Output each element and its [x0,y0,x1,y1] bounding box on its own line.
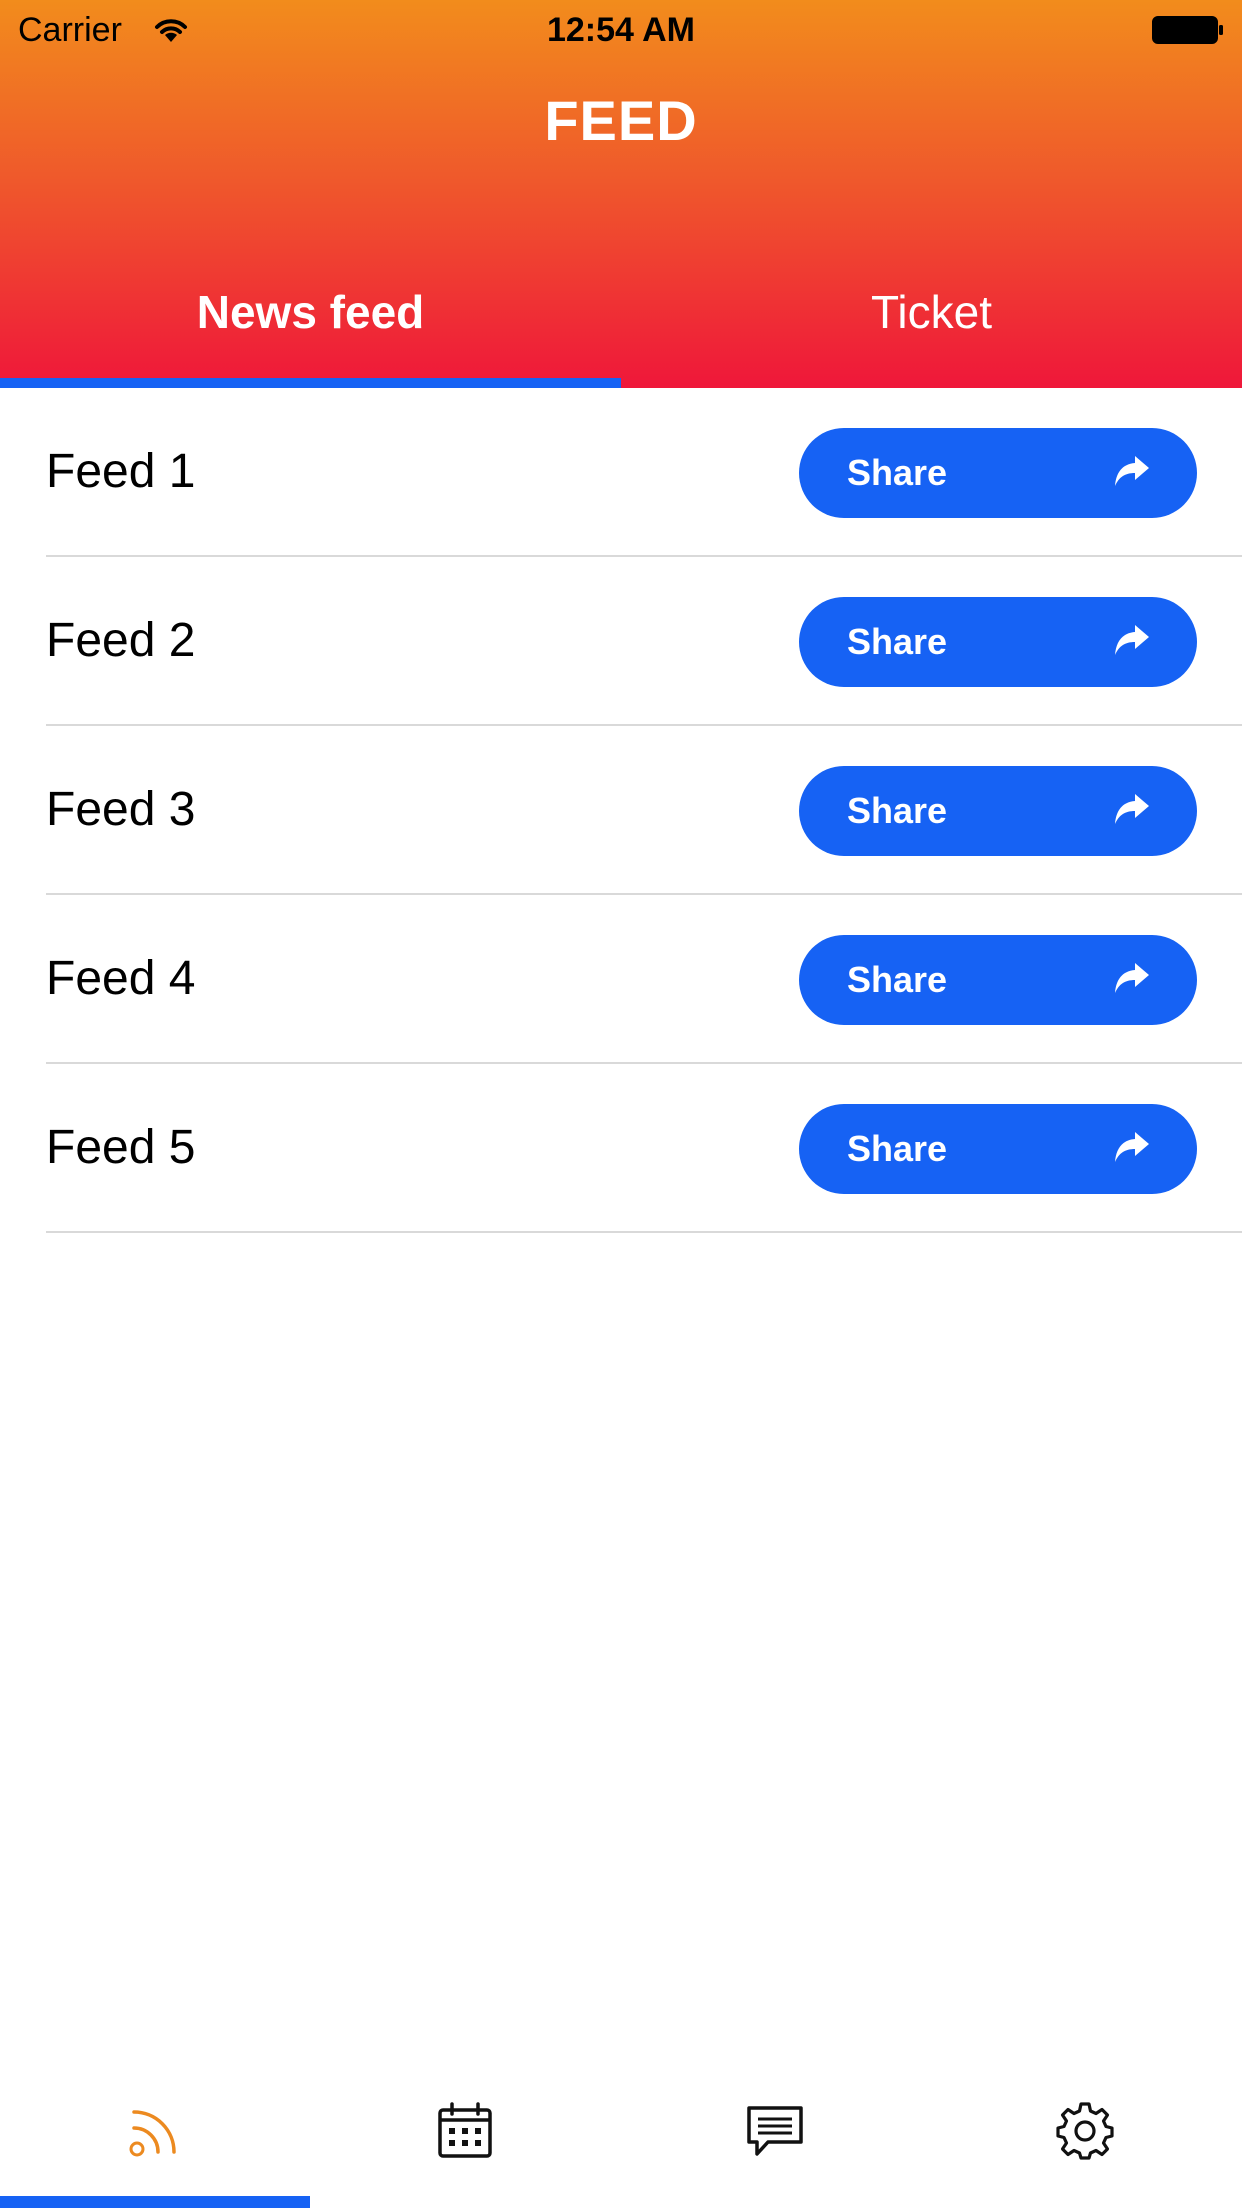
share-button-label: Share [847,1128,948,1169]
feed-item-label: Feed 5 [46,1121,196,1174]
status-bar: Carrier 12:54 AM [0,0,1242,60]
share-arrow-icon [1115,456,1149,486]
list-item: Feed 1 Share [0,388,1242,557]
share-button[interactable]: Share [799,597,1197,687]
share-button[interactable]: Share [799,766,1197,856]
calendar-icon [438,2102,492,2158]
share-button[interactable]: Share [799,1104,1197,1194]
status-time: 12:54 AM [546,11,696,49]
feed-screen: Carrier 12:54 AM FEED News feed Ticket F… [0,0,1242,2208]
tab-ticket[interactable]: Ticket [621,282,1242,342]
header: Carrier 12:54 AM FEED News feed Ticket [0,0,1242,388]
settings-gear-icon [1056,2102,1114,2160]
tabbar-item-calendar[interactable] [310,2060,620,2208]
row-divider [46,1231,1242,1233]
tab-selected-indicator [0,378,621,388]
list-item: Feed 3 Share [0,726,1242,895]
rss-feed-icon [129,2110,176,2157]
share-arrow-icon [1115,794,1149,824]
page-title: FEED [544,89,698,152]
battery-icon [1152,16,1223,44]
list-item: Feed 2 Share [0,557,1242,726]
bottom-tab-bar [0,2060,1242,2208]
share-arrow-icon [1115,625,1149,655]
feed-item-label: Feed 2 [46,614,196,667]
feed-item-label: Feed 4 [46,952,196,1005]
list-item: Feed 4 Share [0,895,1242,1064]
feed-item-label: Feed 1 [46,445,196,498]
share-arrow-icon [1115,1132,1149,1162]
share-button-label: Share [847,621,948,662]
tab-news-feed[interactable]: News feed [0,282,621,342]
share-arrow-icon [1115,963,1149,993]
tabbar-selected-indicator [0,2196,310,2208]
share-button-label: Share [847,452,948,493]
message-icon [747,2106,803,2156]
share-button[interactable]: Share [799,935,1197,1025]
tabbar-item-messages[interactable] [620,2060,930,2208]
feed-item-label: Feed 3 [46,783,196,836]
tabbar-item-feed[interactable] [0,2060,310,2208]
share-button-label: Share [847,790,948,831]
share-button[interactable]: Share [799,428,1197,518]
list-item: Feed 5 Share [0,1064,1242,1233]
share-button-label: Share [847,959,948,1000]
tabbar-item-settings[interactable] [930,2060,1240,2208]
feed-list: Feed 1 Share Feed 2 Share Feed 3 Share F… [0,388,1242,1233]
